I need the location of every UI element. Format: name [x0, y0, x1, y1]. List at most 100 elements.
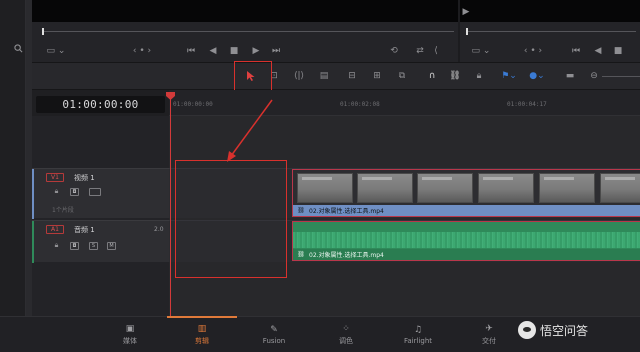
ruler-tick-label: 01:00:04:17 — [507, 101, 547, 108]
source-scrubber[interactable] — [42, 31, 454, 32]
snapping-icon[interactable]: ∩ — [426, 70, 438, 82]
page-tab-color[interactable]: ⁘ 调色 — [311, 320, 381, 350]
solo-button[interactable]: S — [89, 242, 98, 250]
track-badge-v1[interactable]: V1 — [46, 173, 64, 182]
fusion-icon: ✎ — [270, 325, 278, 335]
clip-thumbnail — [539, 173, 595, 203]
page-tab-label: 交付 — [482, 337, 496, 345]
timecode-display[interactable]: 01:00:00:00 — [36, 96, 165, 113]
clip-thumbnail — [600, 173, 640, 203]
track-name-v1[interactable]: 视频 1 — [74, 173, 95, 183]
source-transport-bar: ▭ ⌄ ‹ • › ⏮ ◀ ■ ▶ ⏭ ⟲ ⇄ ⟨ — [32, 22, 458, 62]
linked-selection-icon[interactable]: ⛓ — [449, 70, 461, 82]
color-icon: ⁘ — [342, 324, 350, 334]
timeline-jog-icon[interactable]: ‹ • › — [518, 46, 548, 56]
lock-icon[interactable]: 🔒︎ — [52, 187, 61, 196]
loop-icon[interactable]: ⟲ — [388, 46, 400, 56]
video-clip-name: 02.对象属性.选择工具.mp4 — [309, 208, 384, 215]
annotation-highlight-empty-area — [175, 160, 287, 278]
fairlight-icon: ♫ — [413, 325, 423, 335]
page-tab-fusion[interactable]: ✎ Fusion — [239, 320, 309, 350]
audio-waveform — [293, 232, 640, 248]
track-name-a1[interactable]: 音频 1 — [74, 225, 95, 235]
audio-clip-label: ⛓ 02.对象属性.选择工具.mp4 — [293, 249, 640, 260]
mute-button[interactable]: M — [107, 242, 116, 250]
track-badge-a1[interactable]: A1 — [46, 225, 64, 234]
lock-icon[interactable]: 🔒︎ — [52, 241, 61, 250]
page-tab-label: Fusion — [262, 337, 286, 345]
track-selected-bar — [32, 221, 34, 263]
viewer-size-icon[interactable]: ▭ ⌄ — [45, 46, 67, 56]
replace-clip-icon[interactable]: ⧉ — [394, 70, 410, 82]
annotation-arrow — [227, 99, 273, 162]
page-tab-deliver[interactable]: ✈ 交付 — [454, 320, 524, 350]
play-icon[interactable]: ▶ — [250, 46, 262, 56]
clip-thumbnail — [478, 173, 534, 203]
play-reverse-icon[interactable]: ◀ — [207, 46, 219, 56]
watermark: 悟空问答 — [518, 315, 640, 345]
track-selected-bar — [32, 169, 34, 219]
go-to-end-icon[interactable]: ⏭ — [270, 46, 282, 56]
audio-track-header: A1 音频 1 2.0 🔒︎ ◘ S M — [32, 220, 169, 263]
go-to-start-icon[interactable]: ⏮ — [185, 46, 197, 56]
page-tab-label: 调色 — [339, 337, 353, 345]
page-tab-media[interactable]: ▣ 媒体 — [95, 320, 165, 350]
link-icon: ⛓ — [297, 206, 305, 214]
stop-icon[interactable]: ■ — [228, 46, 240, 56]
mark-in-icon[interactable]: ⟨ — [430, 46, 442, 56]
media-icon: ▣ — [125, 324, 135, 334]
page-tab-fairlight[interactable]: ♫ Fairlight — [383, 320, 453, 350]
overwrite-clip-icon[interactable]: ⊞ — [369, 70, 385, 82]
marker-icon[interactable]: ●⌄ — [528, 70, 546, 82]
insert-clip-icon[interactable]: ⊟ — [344, 70, 360, 82]
source-scrubber-handle[interactable] — [42, 28, 44, 35]
page-tab-label: 剪辑 — [195, 337, 209, 345]
timeline-transport-bar: ▭ ⌄ ‹ • › ⏮ ◀ ■ — [460, 22, 640, 62]
timeline-scrubber[interactable] — [466, 31, 636, 32]
search-icon[interactable] — [12, 42, 24, 54]
link-icon: ⛓ — [297, 250, 305, 258]
ruler-tick-label: 01:00:02:08 — [340, 101, 380, 108]
timeline-viewer-size-icon[interactable]: ▭ ⌄ — [470, 46, 492, 56]
page-tab-label: 媒体 — [123, 337, 137, 345]
timeline-go-start-icon[interactable]: ⏮ — [570, 46, 582, 56]
page-tab-edit[interactable]: ▥ 剪辑 — [167, 320, 237, 350]
dynamic-trim-icon[interactable]: ⟨|⟩ — [291, 70, 307, 82]
watermark-text: 悟空问答 — [540, 323, 589, 338]
edit-toolbar — [32, 62, 640, 90]
jog-control-icon[interactable]: ‹ • › — [127, 46, 157, 56]
video-clip-label: ⛓ 02.对象属性.选择工具.mp4 — [293, 205, 640, 216]
timeline-scrubber-handle[interactable] — [466, 28, 468, 35]
timeline-stop-icon[interactable]: ■ — [612, 46, 624, 56]
auto-select-icon[interactable]: ◘ — [70, 188, 79, 196]
audio-channels: 2.0 — [154, 226, 164, 233]
auto-select-icon[interactable]: ◘ — [70, 242, 79, 250]
clip-thumbnail — [417, 173, 473, 203]
match-frame-icon[interactable]: ⇄ — [414, 46, 426, 56]
clip-count: 1个片段 — [52, 207, 74, 214]
deliver-icon: ✈ — [485, 324, 493, 334]
source-viewer — [32, 0, 458, 22]
timeline-view-options-icon[interactable]: ▬ — [562, 70, 578, 82]
audio-clip[interactable]: ⛓ 02.对象属性.选择工具.mp4 — [292, 221, 640, 261]
clip-thumbnail — [297, 173, 353, 203]
audio-clip-name: 02.对象属性.选择工具.mp4 — [309, 252, 384, 259]
zoom-out-icon[interactable]: ⊖ — [589, 70, 599, 82]
zoom-slider[interactable] — [602, 76, 640, 77]
viewer-marker-icon: ▶ — [462, 6, 470, 17]
timeline-reverse-icon[interactable]: ◀ — [592, 46, 604, 56]
position-lock-icon[interactable]: 🔒︎ — [473, 70, 485, 82]
playhead-line[interactable] — [170, 98, 171, 316]
flag-icon[interactable]: ⚑⌄ — [500, 70, 518, 82]
blade-tool-icon[interactable]: ▤ — [316, 70, 332, 82]
ruler-tick-label: 01:00:00:00 — [173, 101, 213, 108]
active-page-underline — [167, 316, 237, 318]
video-clip[interactable]: ⛓ 02.对象属性.选择工具.mp4 — [292, 169, 640, 217]
timeline-viewer — [460, 0, 640, 22]
video-track-header: V1 视频 1 🔒︎ ◘ 1个片段 — [32, 168, 169, 219]
track-visibility-icon[interactable] — [89, 188, 101, 196]
watermark-logo-icon — [518, 321, 536, 339]
clip-thumbnail — [357, 173, 413, 203]
page-tab-label: Fairlight — [403, 337, 432, 345]
edit-icon: ▥ — [197, 324, 207, 334]
